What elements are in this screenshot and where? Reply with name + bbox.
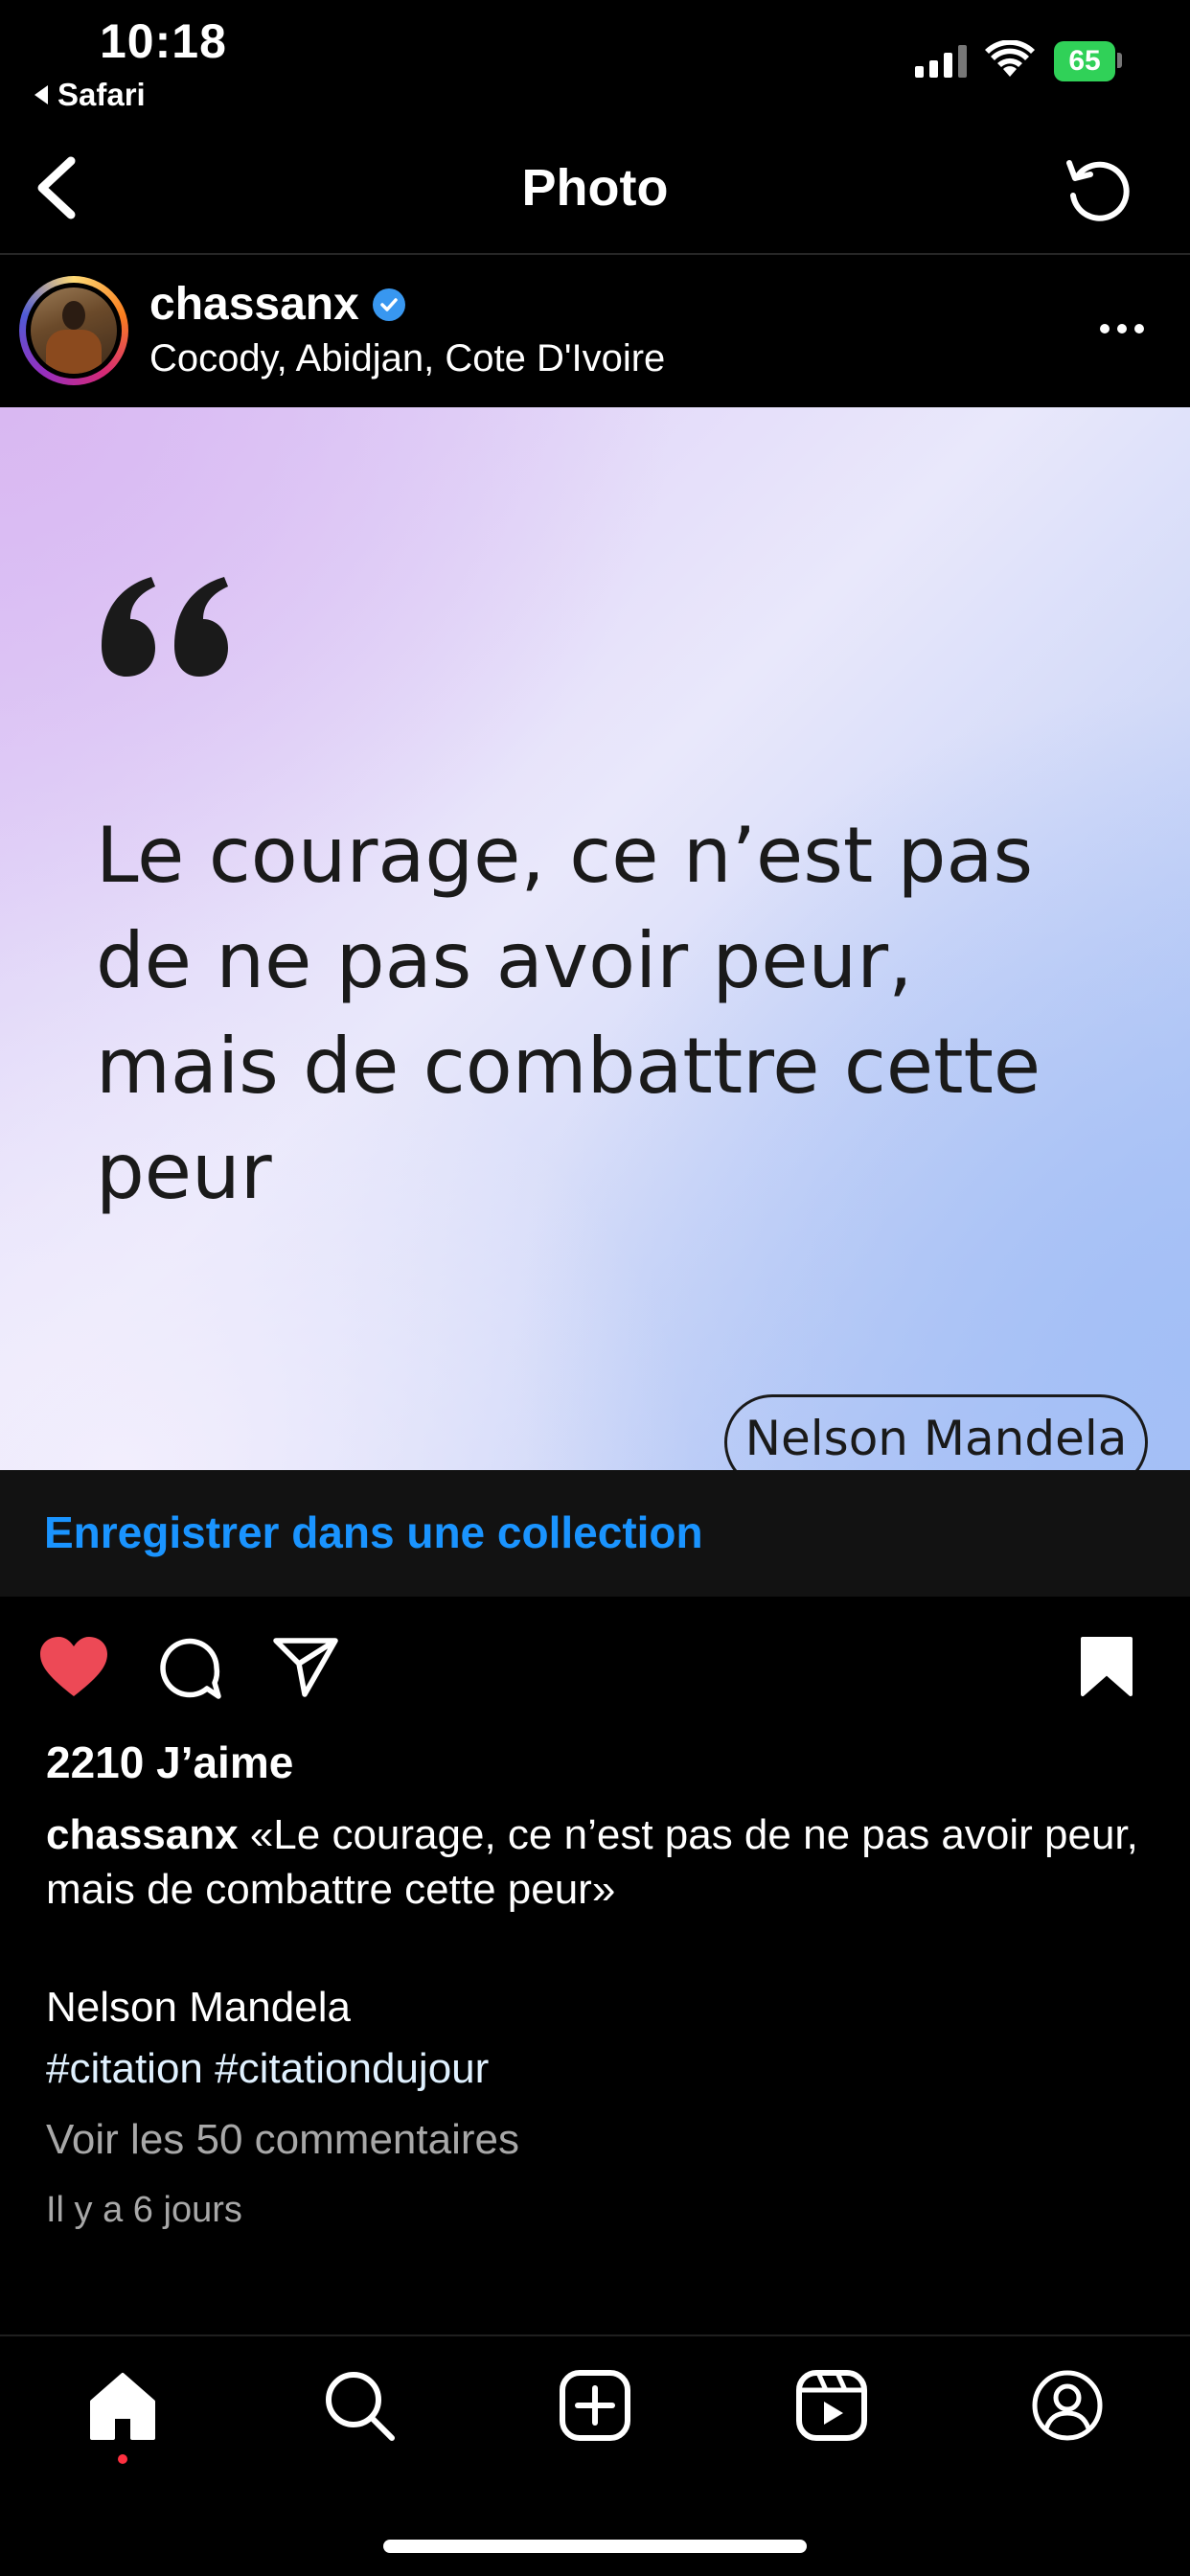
caption-hashtags[interactable]: #citation #citationdujour (46, 2045, 489, 2093)
save-to-collection-link[interactable]: Enregistrer dans une collection (44, 1506, 703, 1558)
battery-level: 65 (1068, 45, 1101, 77)
username-label: chassanx (149, 279, 359, 330)
tab-bar-divider (0, 2334, 1190, 2336)
likes-count[interactable]: 2210 J’aime (46, 1736, 293, 1788)
bookmark-icon[interactable] (1079, 1635, 1134, 1698)
create-icon[interactable] (557, 2367, 633, 2444)
view-comments-link[interactable]: Voir les 50 commentaires (46, 2116, 519, 2164)
more-options-icon[interactable] (1100, 324, 1144, 334)
search-icon[interactable] (321, 2367, 398, 2444)
back-to-safari-link[interactable]: Safari (34, 77, 146, 113)
post-caption: chassanx «Le courage, ce n’est pas de ne… (46, 1807, 1148, 1917)
home-icon[interactable] (84, 2367, 161, 2444)
cellular-signal-icon (915, 43, 967, 78)
header-divider (0, 253, 1190, 255)
page-title: Photo (521, 159, 669, 217)
home-active-dot (118, 2454, 127, 2464)
quotation-mark-icon (102, 577, 228, 677)
wifi-icon (985, 40, 1035, 77)
reels-icon[interactable] (793, 2367, 870, 2444)
back-app-label: Safari (57, 77, 146, 112)
battery-indicator: 65 (1054, 41, 1115, 81)
verified-badge-icon (372, 288, 405, 321)
image-author-label: Nelson Mandela (744, 1411, 1128, 1466)
status-time: 10:18 (100, 14, 227, 68)
back-triangle-icon (34, 85, 48, 104)
profile-icon[interactable] (1029, 2367, 1106, 2444)
refresh-icon[interactable] (1062, 153, 1134, 226)
caption-author: Nelson Mandela (46, 1984, 351, 2031)
caption-username[interactable]: chassanx (46, 1811, 239, 1858)
battery-tip (1117, 53, 1122, 68)
post-timestamp: Il y a 6 jours (46, 2190, 242, 2230)
share-icon[interactable] (272, 1635, 339, 1698)
comment-icon[interactable] (157, 1635, 222, 1700)
post-location[interactable]: Cocody, Abidjan, Cote D'Ivoire (149, 337, 665, 380)
home-indicator[interactable] (383, 2540, 807, 2553)
post-username[interactable]: chassanx (149, 278, 405, 331)
image-quote-text: Le courage, ce n’est pas de ne pas avoir… (96, 811, 1041, 1216)
heart-icon[interactable] (38, 1635, 109, 1698)
avatar[interactable] (31, 288, 117, 374)
